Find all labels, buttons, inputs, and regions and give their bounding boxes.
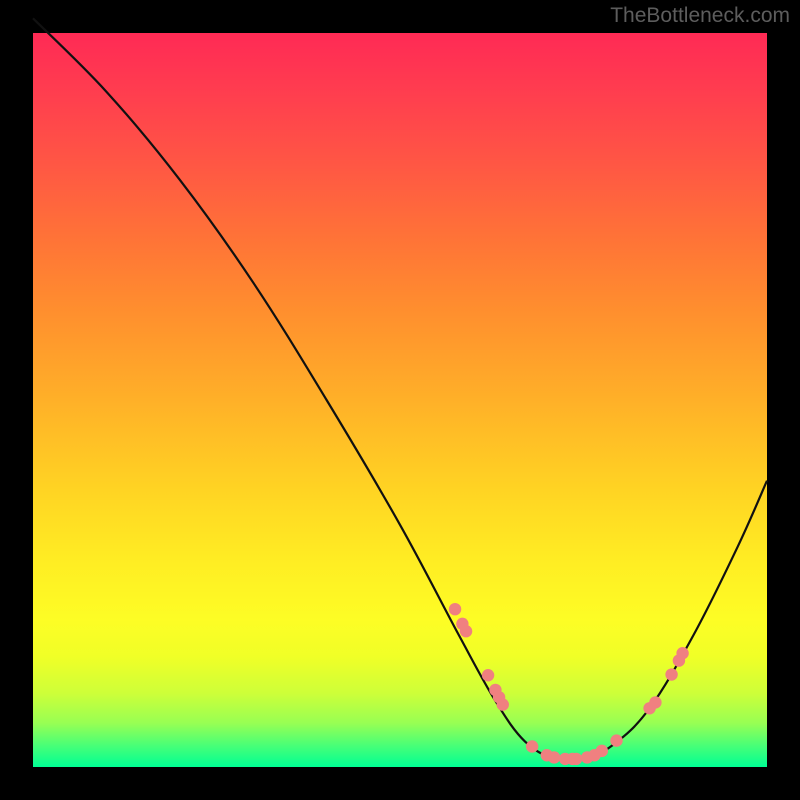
chart-svg bbox=[33, 33, 767, 767]
chart-plot-area bbox=[33, 33, 767, 767]
data-marker bbox=[676, 647, 688, 659]
data-marker bbox=[570, 753, 582, 765]
data-marker bbox=[610, 734, 622, 746]
watermark-text: TheBottleneck.com bbox=[610, 4, 790, 28]
data-marker bbox=[460, 625, 472, 637]
data-marker bbox=[482, 669, 494, 681]
data-marker bbox=[548, 751, 560, 763]
data-marker bbox=[649, 696, 661, 708]
data-marker bbox=[665, 668, 677, 680]
bottleneck-curve bbox=[33, 18, 767, 760]
data-marker bbox=[596, 745, 608, 757]
data-marker bbox=[526, 740, 538, 752]
data-marker bbox=[449, 603, 461, 615]
data-marker bbox=[497, 698, 509, 710]
